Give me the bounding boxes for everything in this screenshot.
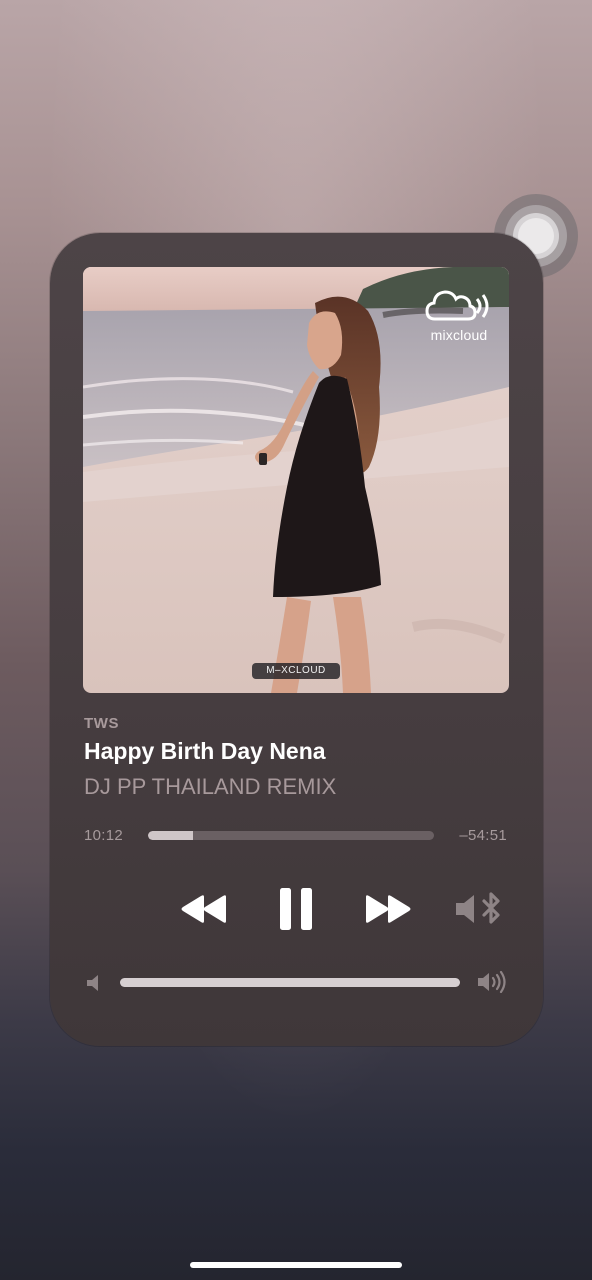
mixcloud-logo-text: mixcloud	[430, 327, 488, 343]
mixcloud-cloud-icon	[425, 290, 489, 321]
fast-forward-icon	[366, 895, 411, 923]
time-elapsed: 10:12	[84, 827, 124, 844]
volume-slider-fill	[120, 978, 460, 987]
volume-low-icon-wrap	[82, 971, 104, 995]
speaker-high-icon	[478, 971, 506, 993]
pause-button[interactable]	[274, 885, 318, 933]
home-indicator[interactable]	[190, 1262, 402, 1268]
fast-forward-button[interactable]	[362, 889, 414, 929]
audio-output-button[interactable]	[452, 887, 508, 931]
now-playing-panel: mixcloud M–XCLOUD TWS Happy Birth Day Ne…	[50, 233, 543, 1046]
rewind-icon	[181, 895, 226, 923]
track-subtitle: DJ PP THAILAND REMIX	[84, 774, 337, 799]
volume-slider[interactable]	[120, 978, 460, 987]
speaker-low-icon	[87, 975, 98, 991]
pause-icon	[280, 888, 312, 930]
rewind-button[interactable]	[178, 889, 230, 929]
volume-high-icon-wrap	[474, 969, 510, 995]
artist-label: TWS	[84, 715, 120, 732]
album-artwork: mixcloud M–XCLOUD	[83, 267, 509, 693]
bluetooth-speaker-icon	[456, 892, 500, 924]
track-title: Happy Birth Day Nena	[84, 738, 326, 764]
mixcloud-watermark: M–XCLOUD	[252, 663, 340, 679]
playback-progress-fill	[148, 831, 193, 840]
time-remaining: –54:51	[459, 827, 507, 844]
playback-scrubber[interactable]	[148, 831, 434, 840]
mixcloud-logo: mixcloud	[425, 287, 493, 343]
